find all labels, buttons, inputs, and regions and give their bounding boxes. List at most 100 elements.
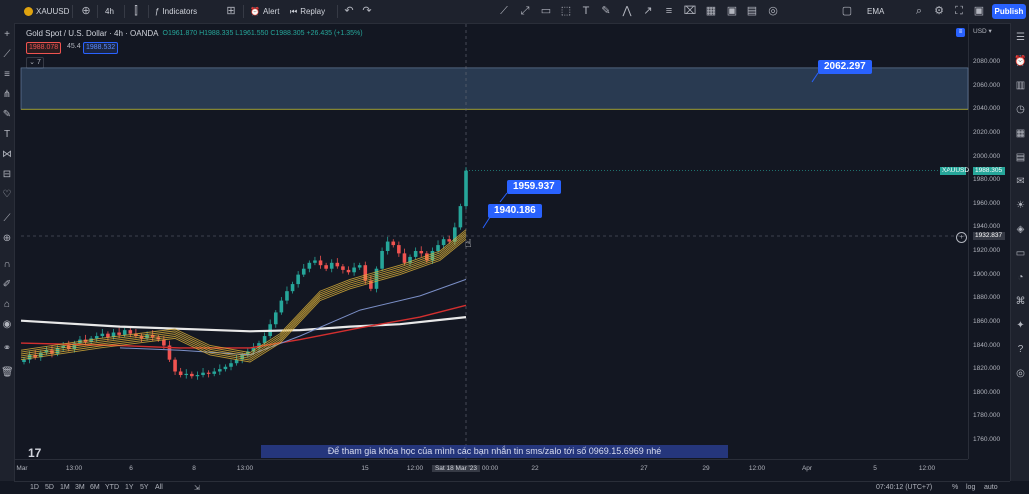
plus-icon[interactable]: ⊕ [79,4,93,18]
ray-icon[interactable]: ⤢ [518,4,532,18]
measure-icon[interactable]: ⌧ [683,4,697,18]
date-range-icon[interactable]: ⇲ [194,484,200,492]
gear-icon[interactable]: ⚙ [932,4,946,18]
range-button[interactable]: 1Y [125,484,134,491]
trading-panel-icon[interactable]: ⌘ [1014,295,1027,308]
range-button[interactable]: 3M [75,484,85,491]
rectangle-tool-icon[interactable]: ▭ [539,4,553,18]
candle-body [22,359,26,363]
range-button[interactable]: 5D [45,484,54,491]
candle-body [240,354,245,360]
ema-button[interactable]: EMA [867,0,884,23]
news-icon[interactable]: ▤ [1014,151,1027,164]
interval-button[interactable]: 4h [105,0,114,23]
link-icon[interactable]: ⚭ [1,343,13,355]
price-tick-label: 1940.000 [973,223,1001,231]
heart-icon[interactable]: ♡ [1,189,13,201]
chat-icon[interactable]: ✉ [1014,175,1027,188]
callout-label-2[interactable]: 1940.186 [488,204,542,218]
fullscreen-icon[interactable]: ⛶ [952,4,966,18]
replay-button[interactable]: ⏮ Replay [290,0,325,23]
alert-button[interactable]: ⏰ Alert [250,0,279,23]
log-toggle[interactable]: log [966,484,975,491]
range-button[interactable]: All [155,484,163,491]
pattern-icon[interactable]: ⋈ [1,149,13,161]
range-button[interactable]: 6M [90,484,100,491]
object-tree-icon[interactable]: ≡ [956,28,965,37]
calendar-icon[interactable]: ▣ [725,4,739,18]
collapse-indicators-button[interactable]: ⌄ 7 [26,57,44,69]
add-alert-icon[interactable]: + [956,232,967,243]
drawing-tools-icon[interactable]: ▦ [704,4,718,18]
pencil-lock-icon[interactable]: ✐ [1,279,13,291]
candle-body [212,371,217,374]
clock-time[interactable]: 07:40:12 (UTC+7) [876,484,932,491]
arrow-icon[interactable]: ↗ [641,4,655,18]
text-tool-icon[interactable]: T [579,4,593,18]
left-drawing-toolbar: + ⟋ ≡ ⋔ ✎ T ⋈ ⊟ ♡ ⟋ ⊕ ∩ ✐ ⌂ ◉ ⚭ 🗑 [0,23,15,481]
range-button[interactable]: YTD [105,484,119,491]
ask-price-box[interactable]: 1988.532 [83,42,119,54]
ruler-icon[interactable]: ⟋ [1,213,13,225]
trend-line-icon[interactable]: ⟋ [497,4,511,18]
brush-icon[interactable]: ✎ [599,4,613,18]
layout-icon[interactable]: ▢ [840,4,854,18]
pitchfork-icon[interactable]: ⋔ [1,89,13,101]
range-button[interactable]: 1M [60,484,70,491]
zoom-icon[interactable]: ⊕ [1,233,13,245]
crosshair-icon[interactable]: + [1,29,13,41]
bell-icon[interactable]: ◎ [1014,367,1027,380]
frame-icon[interactable]: ⬚ [559,4,573,18]
price-chart[interactable]: ☝ [0,0,1029,493]
symbol-search-button[interactable]: XAUUSD [24,0,69,23]
publish-button[interactable]: Publish [992,4,1026,19]
ideas-icon[interactable]: ☀ [1014,199,1027,212]
horizontal-lines-icon[interactable]: ≡ [1,69,13,81]
redo-icon[interactable]: ↷ [360,4,374,18]
target-icon[interactable]: ◎ [766,4,780,18]
price-tick-label: 1800.000 [973,388,1001,396]
time-tick-label: Sat 18 Mar '23 [431,465,481,472]
watchlist-icon[interactable]: ☰ [1014,31,1027,44]
help-icon[interactable]: ? [1014,343,1027,356]
auto-toggle[interactable]: auto [984,484,998,491]
camera-icon[interactable]: ▣ [972,4,986,18]
candle-body [397,245,401,254]
magnet-icon[interactable]: ∩ [1,259,13,271]
cursor-icon[interactable]: ✦ [1014,319,1027,332]
candle-body [173,359,177,372]
candle-body [100,333,105,337]
lock-icon[interactable]: ⌂ [1,299,13,311]
candles-icon[interactable]: ⫿ [129,4,143,18]
data-window-icon[interactable]: ▥ [1014,79,1027,92]
candle-body [318,260,323,266]
indicators-button[interactable]: ƒ Indicators [155,0,197,23]
eye-icon[interactable]: ◉ [1,319,13,331]
callout-label-1[interactable]: 1959.937 [507,180,561,194]
search-icon[interactable]: ⌕ [912,4,926,18]
pine-icon[interactable]: ▭ [1014,247,1027,260]
notifications-icon[interactable]: ◔ [1014,271,1027,284]
text-tool-icon[interactable]: T [1,129,13,141]
pattern-icon[interactable]: ⋀ [620,4,634,18]
zone-top-label[interactable]: 2062.297 [818,60,872,74]
percent-toggle[interactable]: % [952,484,958,491]
candle-body [464,170,468,207]
layouts-icon[interactable]: ⊞ [224,4,238,18]
fib-icon[interactable]: ≡ [662,4,676,18]
prediction-icon[interactable]: ⊟ [1,169,13,181]
streams-icon[interactable]: ◈ [1014,223,1027,236]
calendar-icon[interactable]: ▦ [1014,127,1027,140]
currency-label[interactable]: USD ▾ [973,27,1007,35]
range-button[interactable]: 5Y [140,484,149,491]
bid-price-box[interactable]: 1988.078 [26,42,62,54]
alarm-clock-icon[interactable]: ⏰ [1014,55,1027,68]
note-icon[interactable]: ▤ [745,4,759,18]
legend-title[interactable]: Gold Spot / U.S. Dollar · 4h · OANDA [26,29,159,38]
undo-icon[interactable]: ↶ [342,4,356,18]
trend-line-icon[interactable]: ⟋ [1,49,13,61]
hotlist-icon[interactable]: ◷ [1014,103,1027,116]
range-button[interactable]: 1D [30,484,39,491]
brush-icon[interactable]: ✎ [1,109,13,121]
trash-icon[interactable]: 🗑 [1,367,14,379]
